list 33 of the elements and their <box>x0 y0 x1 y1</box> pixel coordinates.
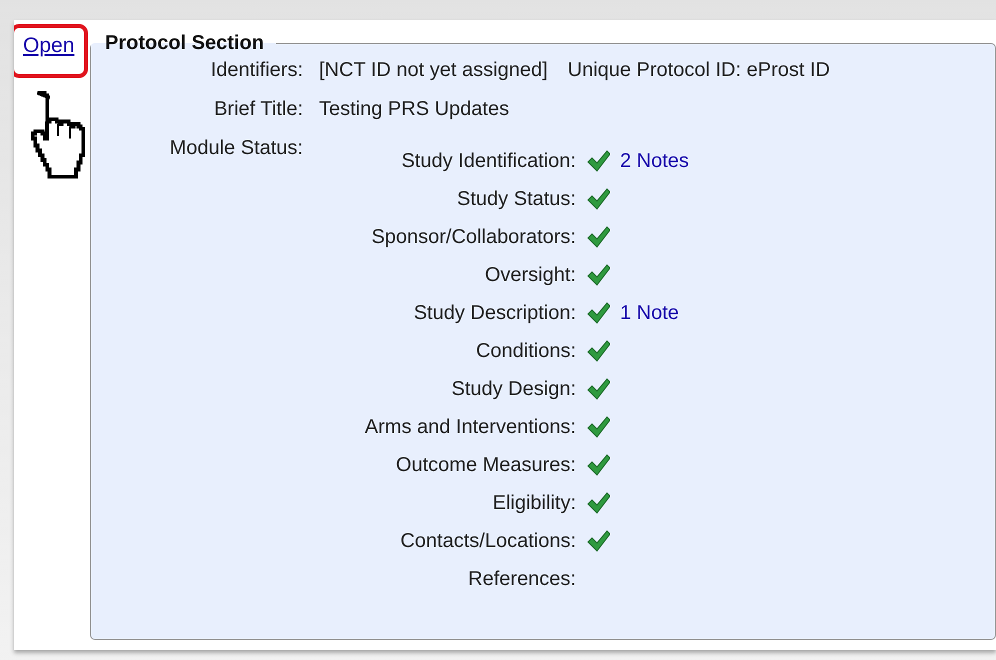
module-label: Contacts/Locations: <box>399 530 576 552</box>
notes-link[interactable]: 1 Note <box>620 302 679 324</box>
check-icon <box>586 491 610 515</box>
check-icon <box>586 529 610 553</box>
check-icon <box>586 453 610 477</box>
field-value: Testing PRS Updates <box>319 98 510 121</box>
module-label: Conditions: <box>474 340 576 362</box>
field-label: Brief Title: <box>213 98 303 121</box>
module-label: Oversight: <box>484 264 576 286</box>
module-label: Arms and Interventions: <box>364 416 576 438</box>
module-label: Outcome Measures: <box>394 454 576 476</box>
module-label: Study Identification: <box>400 150 576 172</box>
check-icon <box>586 149 610 173</box>
module-label: Study Status: <box>456 188 576 210</box>
field-label: Identifiers: <box>210 59 303 82</box>
check-icon <box>586 263 610 287</box>
check-icon <box>586 187 610 211</box>
check-icon <box>586 377 610 401</box>
module-label: Eligibility: <box>492 492 576 514</box>
check-icon <box>586 301 610 325</box>
notes-link[interactable]: 2 Notes <box>620 150 689 172</box>
check-icon <box>586 339 610 363</box>
open-link[interactable]: Open <box>23 34 74 58</box>
check-icon <box>586 225 610 249</box>
field-value: [NCT ID not yet assigned] <box>319 59 548 82</box>
module-label: Study Description: <box>412 302 576 324</box>
module-label: Study Design: <box>450 378 576 400</box>
check-icon <box>586 415 610 439</box>
module-label: Sponsor/Collaborators: <box>370 226 576 248</box>
field-label: Module Status: <box>168 137 303 160</box>
field-value: Unique Protocol ID: eProst ID <box>568 59 830 82</box>
module-label: References: <box>467 568 576 590</box>
section-title: Protocol Section <box>104 32 265 55</box>
